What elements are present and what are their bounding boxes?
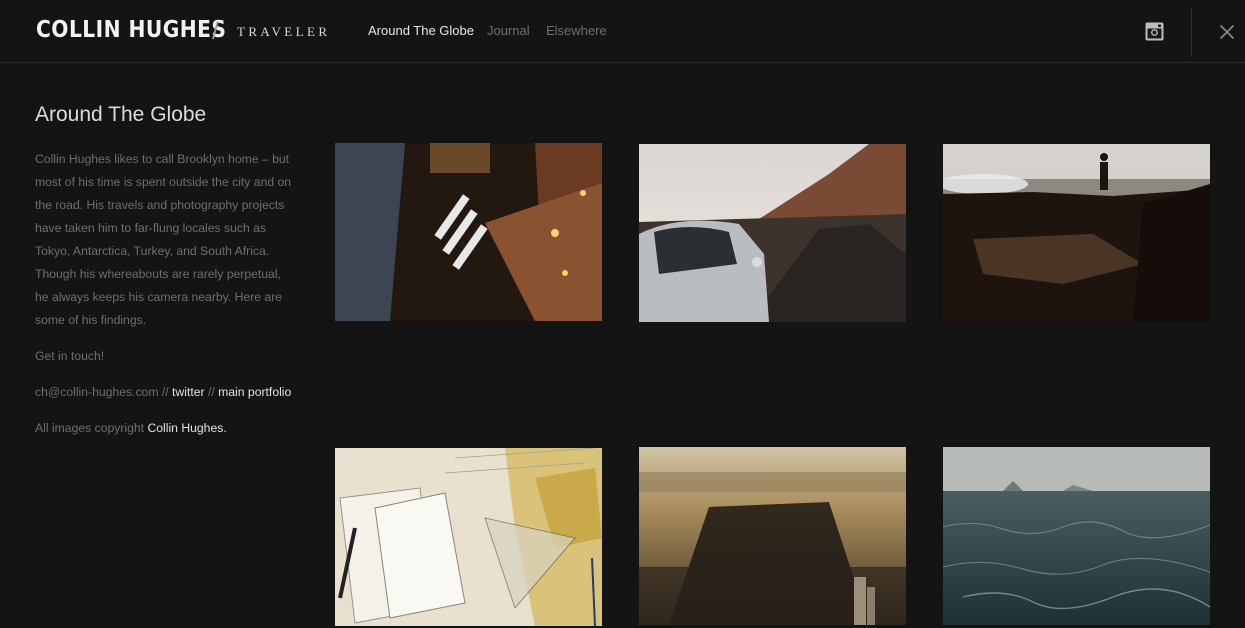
- brand-subtitle[interactable]: TRAVELER: [237, 24, 330, 40]
- contact-prompt: Get in touch!: [35, 349, 105, 363]
- photo-city-shadow[interactable]: [639, 447, 906, 625]
- contact-links: ch@collin-hughes.com // twitter // main …: [35, 381, 295, 404]
- brand-separator: /: [212, 18, 219, 45]
- top-bar: COLLIN HUGHES / TRAVELER Around The Glob…: [0, 0, 1245, 63]
- email-text: ch@collin-hughes.com: [35, 385, 159, 399]
- instagram-icon[interactable]: [1145, 22, 1164, 41]
- page-title: Around The Globe: [35, 103, 207, 126]
- header-divider: [1191, 7, 1192, 57]
- nav-around-the-globe[interactable]: Around The Globe: [368, 23, 474, 38]
- nav-elsewhere[interactable]: Elsewhere: [546, 23, 607, 38]
- photo-city-street-night[interactable]: [335, 143, 602, 321]
- nav-journal[interactable]: Journal: [487, 23, 530, 38]
- copyright-prefix: All images copyright: [35, 421, 145, 435]
- copyright-line: All images copyright Collin Hughes.: [35, 417, 295, 440]
- bio-text: Collin Hughes likes to call Brooklyn hom…: [35, 152, 292, 327]
- photo-silhouette-coast[interactable]: [943, 144, 1210, 322]
- link-separator: //: [161, 385, 169, 399]
- twitter-link[interactable]: twitter: [172, 385, 205, 399]
- photo-maps-drafting[interactable]: [335, 448, 602, 626]
- link-separator: //: [207, 385, 215, 399]
- sidebar: Around The Globe Collin Hughes likes to …: [35, 103, 295, 440]
- photo-stormy-sea[interactable]: [943, 447, 1210, 625]
- close-icon[interactable]: [1219, 24, 1235, 40]
- brand-name[interactable]: COLLIN HUGHES: [36, 17, 226, 43]
- main-portfolio-link[interactable]: main portfolio: [218, 385, 291, 399]
- photo-car-coastal-road[interactable]: [639, 144, 906, 322]
- copyright-name-link[interactable]: Collin Hughes.: [147, 421, 226, 435]
